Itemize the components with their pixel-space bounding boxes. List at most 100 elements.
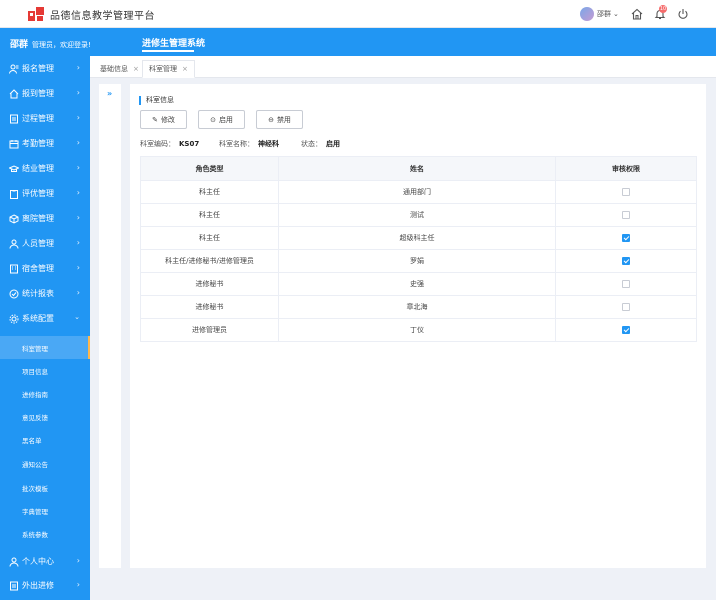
role-cell: 进修秘书 — [140, 295, 279, 319]
permission-checkbox[interactable] — [622, 188, 630, 196]
close-icon[interactable]: × — [182, 65, 188, 73]
top-bar: 品德信息教学管理平台 邵群 ⌄ 10 — [0, 0, 716, 28]
edit-button[interactable]: ✎ 修改 — [140, 110, 187, 129]
role-cell: 科主任 — [140, 180, 279, 204]
permission-checkbox[interactable] — [622, 211, 630, 219]
sidebar-subitem-feedback[interactable]: 意见反馈 — [0, 405, 90, 428]
sidebar-item-personnel[interactable]: 人员管理 › — [0, 231, 90, 256]
chevron-down-icon: ⌄ — [613, 10, 619, 18]
enable-button-label: 启用 — [218, 115, 233, 124]
sidebar-item-system-config[interactable]: 系统配置 ⌄ — [0, 306, 90, 331]
sidebar-item-signup[interactable]: 报名管理 › — [0, 56, 90, 81]
tab-bar: 基础信息 × 科室管理 × — [90, 56, 716, 78]
sidebar-item-label: 结业管理 — [22, 164, 54, 173]
sidebar-item-personal-center[interactable]: 个人中心 › — [0, 549, 90, 574]
sidebar-item-label: 人员管理 — [22, 239, 54, 248]
sidebar-item-label: 宿舍管理 — [22, 264, 54, 273]
sidebar-item-process[interactable]: 过程管理 › — [0, 106, 90, 131]
sidebar-item-label: 系统配置 — [22, 314, 54, 323]
sidebar: 报名管理 › 报到管理 › 过程管理 › 考勤管理 › 结业管理 › 评优管理 › 离院管理… — [0, 56, 90, 600]
permission-cell — [555, 272, 697, 296]
permission-cell — [555, 318, 697, 342]
name-cell: 丁仪 — [278, 318, 556, 342]
department-status: 状态： 启用 — [301, 139, 340, 149]
tab-label: 科室管理 — [149, 65, 177, 73]
chevron-right-icon: › — [76, 263, 80, 272]
sidebar-item-statistics[interactable]: 统计报表 › — [0, 281, 90, 306]
sidebar-subitem-guide[interactable]: 进修指南 — [0, 382, 90, 405]
permission-checkbox[interactable] — [622, 303, 630, 311]
permission-checkbox[interactable] — [622, 257, 630, 265]
sidebar-item-attendance[interactable]: 考勤管理 › — [0, 131, 90, 156]
sidebar-subitem-blacklist[interactable]: 黑名单 — [0, 428, 90, 451]
sidebar-item-label: 过程管理 — [22, 114, 54, 123]
table-row: 进修管理员 丁仪 — [140, 318, 697, 342]
permission-cell — [555, 203, 697, 227]
department-name: 科室名称： 神经科 — [219, 139, 279, 149]
person-icon — [9, 239, 19, 249]
department-code-label: 科室编码： — [140, 140, 175, 148]
column-header-permission: 审核权限 — [555, 156, 697, 181]
sidebar-subitem-project[interactable]: 项目信息 — [0, 359, 90, 382]
sidebar-item-dormitory[interactable]: 宿舍管理 › — [0, 256, 90, 281]
permission-checkbox[interactable] — [622, 280, 630, 288]
edit-button-label: 修改 — [160, 115, 175, 124]
sidebar-item-checkin[interactable]: 报到管理 › — [0, 81, 90, 106]
sidebar-subitem-batch-template[interactable]: 批次模板 — [0, 476, 90, 499]
name-cell: 史强 — [278, 272, 556, 296]
system-title-underline — [142, 50, 194, 52]
tab-basic-info[interactable]: 基础信息 × — [94, 60, 145, 78]
graduation-icon — [9, 164, 19, 172]
sidebar-subitem-dictionary[interactable]: 字典管理 — [0, 499, 90, 522]
department-code-value: KS07 — [179, 140, 200, 148]
expand-icon[interactable]: » — [107, 89, 112, 98]
table-row: 科主任 通用部门 — [140, 180, 697, 204]
home-icon[interactable] — [631, 8, 643, 20]
department-name-label: 科室名称： — [219, 140, 254, 148]
tab-department[interactable]: 科室管理 × — [142, 60, 195, 78]
enable-button[interactable]: ⊙ 启用 — [198, 110, 245, 129]
section-title: 科室信息 — [139, 96, 174, 105]
sidebar-item-evaluation[interactable]: 评优管理 › — [0, 181, 90, 206]
department-status-value: 启用 — [326, 140, 340, 148]
chevron-right-icon: › — [76, 163, 80, 172]
chevron-right-icon: › — [76, 288, 80, 297]
sidebar-item-graduation[interactable]: 结业管理 › — [0, 156, 90, 181]
name-cell: 超级科主任 — [278, 226, 556, 250]
name-cell: 罗娟 — [278, 249, 556, 273]
sidebar-item-label: 报名管理 — [22, 64, 54, 73]
column-header-name: 姓名 — [278, 156, 556, 181]
sidebar-item-leave[interactable]: 离院管理 › — [0, 206, 90, 231]
check-circle-icon: ⊙ — [210, 115, 216, 124]
chevron-right-icon: › — [76, 88, 80, 97]
sidebar-item-label: 统计报表 — [22, 289, 54, 298]
table-row: 科主任 超级科主任 — [140, 226, 697, 250]
tab-label: 基础信息 — [100, 65, 128, 73]
close-icon[interactable]: × — [133, 65, 139, 73]
user-menu[interactable]: 邵群 ⌄ — [580, 7, 619, 21]
table-row: 科主任 测试 — [140, 203, 697, 227]
sidebar-subitem-department[interactable]: 科室管理 — [0, 336, 90, 359]
permission-checkbox[interactable] — [622, 326, 630, 334]
permission-cell — [555, 295, 697, 319]
power-icon[interactable] — [677, 8, 689, 20]
sidebar-item-label: 离院管理 — [22, 214, 54, 223]
greeting: 邵群 管理员，欢迎登录! — [10, 37, 91, 50]
building-icon — [10, 264, 18, 273]
gear-icon — [9, 314, 19, 323]
person-icon — [9, 557, 19, 567]
system-title[interactable]: 进修生管理系统 — [142, 36, 205, 49]
header-band — [0, 28, 716, 56]
sidebar-item-label: 个人中心 — [22, 557, 54, 566]
table-header-row: 角色类型 姓名 审核权限 — [140, 156, 697, 181]
sidebar-subitem-notice[interactable]: 通知公告 — [0, 452, 90, 475]
pencil-icon: ✎ — [152, 115, 158, 124]
department-name-value: 神经科 — [258, 140, 279, 148]
sidebar-subitem-system-params[interactable]: 系统参数 — [0, 522, 90, 545]
permission-cell — [555, 226, 697, 250]
permission-checkbox[interactable] — [622, 234, 630, 242]
chevron-down-icon: ⌄ — [74, 313, 80, 321]
chevron-right-icon: › — [76, 580, 80, 589]
sidebar-item-external-study[interactable]: 外出进修 › — [0, 573, 90, 598]
disable-button[interactable]: ⊖ 禁用 — [256, 110, 303, 129]
